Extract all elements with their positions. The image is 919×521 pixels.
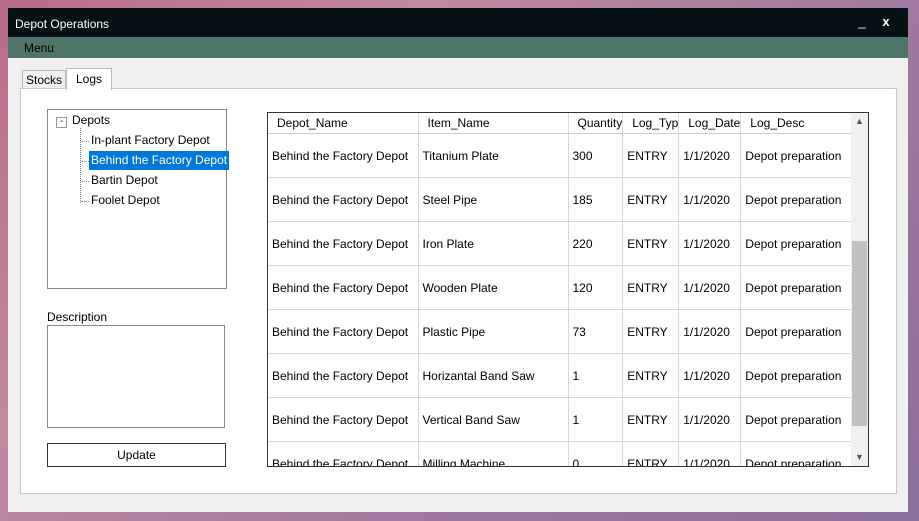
cell-log-desc[interactable]: Depot preparation <box>740 133 866 178</box>
cell-log-type[interactable]: ENTRY <box>622 441 680 466</box>
depot-tree[interactable]: - Depots In-plant Factory Depot Behind t… <box>47 109 230 289</box>
cell-log-date[interactable]: 1/1/2020 <box>678 265 742 310</box>
tree-node-bartin-depot[interactable]: Bartin Depot <box>89 171 160 190</box>
table-row[interactable]: Behind the Factory Depot Steel Pipe 185 … <box>268 177 866 222</box>
cell-depot-name[interactable]: Behind the Factory Depot <box>268 353 419 398</box>
cell-log-type[interactable]: ENTRY <box>622 353 680 398</box>
cell-log-type[interactable]: ENTRY <box>622 265 680 310</box>
cell-quantity[interactable]: 73 <box>568 309 624 354</box>
table-row[interactable]: Behind the Factory Depot Milling Machine… <box>268 441 866 466</box>
tree-connector <box>81 141 89 142</box>
cell-log-date[interactable]: 1/1/2020 <box>678 353 742 398</box>
cell-item-name[interactable]: Steel Pipe <box>418 177 569 222</box>
table-row[interactable]: Behind the Factory Depot Titanium Plate … <box>268 133 866 178</box>
cell-depot-name[interactable]: Behind the Factory Depot <box>268 309 419 354</box>
cell-quantity[interactable]: 220 <box>568 221 624 266</box>
cell-log-type[interactable]: ENTRY <box>622 133 680 178</box>
cell-depot-name[interactable]: Behind the Factory Depot <box>268 441 419 466</box>
cell-item-name[interactable]: Iron Plate <box>418 221 569 266</box>
logs-table: Depot_Name Item_Name Quantity Log_Typ Lo… <box>268 113 866 466</box>
table-row[interactable]: Behind the Factory Depot Vertical Band S… <box>268 397 866 442</box>
scrollbar-thumb[interactable] <box>852 241 867 426</box>
cell-log-desc[interactable]: Depot preparation <box>740 397 866 442</box>
cell-log-type[interactable]: ENTRY <box>622 177 680 222</box>
cell-log-desc[interactable]: Depot preparation <box>740 265 866 310</box>
cell-log-date[interactable]: 1/1/2020 <box>678 309 742 354</box>
cell-depot-name[interactable]: Behind the Factory Depot <box>268 221 419 266</box>
cell-quantity[interactable]: 1 <box>568 353 624 398</box>
column-header-depot-name[interactable]: Depot_Name <box>268 113 419 134</box>
minimize-button[interactable]: _ <box>850 11 874 33</box>
table-row[interactable]: Behind the Factory Depot Wooden Plate 12… <box>268 265 866 310</box>
table-row[interactable]: Behind the Factory Depot Plastic Pipe 73… <box>268 309 866 354</box>
tree-node-behind-factory-depot[interactable]: Behind the Factory Depot <box>89 151 230 170</box>
menu-bar: Menu <box>8 37 908 58</box>
tree-node-inplant-factory-depot[interactable]: In-plant Factory Depot <box>89 131 212 150</box>
column-header-quantity[interactable]: Quantity <box>568 113 624 134</box>
cell-depot-name[interactable]: Behind the Factory Depot <box>268 397 419 442</box>
tab-stocks[interactable]: Stocks <box>22 70 66 89</box>
cell-log-date[interactable]: 1/1/2020 <box>678 441 742 466</box>
cell-log-desc[interactable]: Depot preparation <box>740 441 866 466</box>
cell-log-date[interactable]: 1/1/2020 <box>678 221 742 266</box>
collapse-icon[interactable]: - <box>56 117 67 128</box>
cell-depot-name[interactable]: Behind the Factory Depot <box>268 265 419 310</box>
tree-connector <box>81 181 89 182</box>
title-bar[interactable]: Depot Operations _ x <box>8 8 908 37</box>
column-header-log-type[interactable]: Log_Typ <box>622 113 680 134</box>
cell-quantity[interactable]: 0 <box>568 441 624 466</box>
vertical-scrollbar[interactable]: ▲ ▼ <box>851 113 868 466</box>
column-header-log-desc[interactable]: Log_Desc <box>740 113 866 134</box>
tree-connector <box>80 128 81 203</box>
table-row[interactable]: Behind the Factory Depot Horizantal Band… <box>268 353 866 398</box>
app-window: Depot Operations _ x Menu Stocks Logs - … <box>8 8 908 512</box>
chevron-up-icon[interactable]: ▲ <box>851 113 868 130</box>
cell-quantity[interactable]: 300 <box>568 133 624 178</box>
column-header-item-name[interactable]: Item_Name <box>418 113 569 134</box>
update-button[interactable]: Update <box>47 443 226 467</box>
cell-log-type[interactable]: ENTRY <box>622 309 680 354</box>
window-title: Depot Operations <box>15 17 110 31</box>
column-header-log-date[interactable]: Log_Date <box>678 113 742 134</box>
close-button[interactable]: x <box>874 11 898 33</box>
cell-log-type[interactable]: ENTRY <box>622 221 680 266</box>
tree-root-depots[interactable]: Depots <box>70 111 112 130</box>
tree-connector <box>81 161 89 162</box>
cell-item-name[interactable]: Horizantal Band Saw <box>418 353 569 398</box>
cell-log-desc[interactable]: Depot preparation <box>740 353 866 398</box>
chevron-down-icon[interactable]: ▼ <box>851 449 868 466</box>
cell-item-name[interactable]: Milling Machine <box>418 441 569 466</box>
cell-quantity[interactable]: 1 <box>568 397 624 442</box>
cell-item-name[interactable]: Vertical Band Saw <box>418 397 569 442</box>
tree-connector <box>81 201 89 202</box>
cell-log-desc[interactable]: Depot preparation <box>740 309 866 354</box>
cell-item-name[interactable]: Wooden Plate <box>418 265 569 310</box>
description-label: Description <box>47 310 108 324</box>
tab-logs[interactable]: Logs <box>66 68 112 90</box>
cell-log-date[interactable]: 1/1/2020 <box>678 133 742 178</box>
cell-log-type[interactable]: ENTRY <box>622 397 680 442</box>
logs-grid[interactable]: Depot_Name Item_Name Quantity Log_Typ Lo… <box>267 112 869 467</box>
cell-item-name[interactable]: Titanium Plate <box>418 133 569 178</box>
cell-depot-name[interactable]: Behind the Factory Depot <box>268 177 419 222</box>
header-row: Depot_Name Item_Name Quantity Log_Typ Lo… <box>268 113 866 134</box>
cell-depot-name[interactable]: Behind the Factory Depot <box>268 133 419 178</box>
cell-log-desc[interactable]: Depot preparation <box>740 221 866 266</box>
menu-item[interactable]: Menu <box>24 41 54 55</box>
cell-log-desc[interactable]: Depot preparation <box>740 177 866 222</box>
tree-node-foolet-depot[interactable]: Foolet Depot <box>89 191 162 210</box>
cell-item-name[interactable]: Plastic Pipe <box>418 309 569 354</box>
description-textbox[interactable] <box>47 325 225 428</box>
cell-quantity[interactable]: 120 <box>568 265 624 310</box>
cell-quantity[interactable]: 185 <box>568 177 624 222</box>
cell-log-date[interactable]: 1/1/2020 <box>678 177 742 222</box>
cell-log-date[interactable]: 1/1/2020 <box>678 397 742 442</box>
table-row[interactable]: Behind the Factory Depot Iron Plate 220 … <box>268 221 866 266</box>
